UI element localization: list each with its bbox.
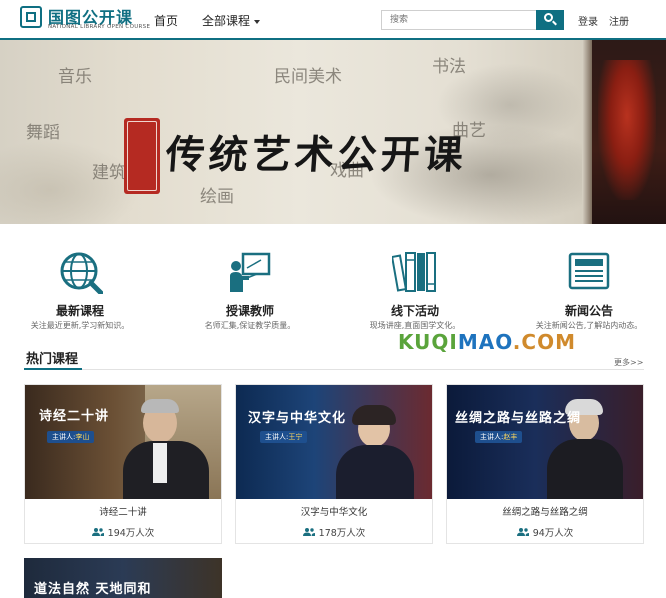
feature-title: 最新课程 (55, 304, 104, 318)
course-card[interactable]: 丝绸之路与丝路之绸 主讲人:赵丰 丝绸之路与丝路之绸 94万人次 (446, 384, 644, 544)
course-views: 178万人次 (236, 525, 432, 539)
login-link[interactable]: 登录 (578, 13, 598, 28)
nav-all-courses-dropdown[interactable]: 全部课程 (202, 12, 261, 29)
calligraphy-artwork (582, 40, 666, 224)
course-title: 汉字与中华文化 (300, 507, 368, 518)
course-card[interactable]: 道法自然 天地同和 (24, 558, 222, 598)
feature-latest-courses[interactable]: 最新课程 关注最近更新,学习新知识。 (5, 250, 155, 332)
hero-banner[interactable]: 音乐 舞蹈 建筑 绘画 民间美术 戏曲 书法 曲艺 传统艺术公开课 (0, 40, 666, 224)
course-title: 诗经二十讲 (99, 507, 147, 518)
site-watermark: KUQIMAO.COM (398, 330, 576, 354)
feature-desc: 关注最近更新,学习新知识。 (30, 321, 130, 330)
speaker-badge: 主讲人:赵丰 (475, 431, 523, 443)
feature-title: 授课教师 (225, 304, 274, 318)
nav-all-courses-label: 全部课程 (202, 14, 251, 28)
banner-word-architecture: 建筑 (92, 163, 126, 183)
course-views: 194万人次 (25, 525, 221, 539)
nav-home-link[interactable]: 首页 (154, 12, 178, 29)
red-seal-logo (124, 118, 160, 194)
users-icon (302, 528, 315, 536)
more-courses-link[interactable]: 更多>> (614, 357, 643, 368)
search-button[interactable] (536, 10, 564, 30)
banner-word-music: 音乐 (58, 67, 92, 87)
banner-word-folk-art: 民间美术 (274, 67, 342, 87)
hot-courses-title: 热门课程 (26, 352, 79, 367)
search-input[interactable] (381, 10, 536, 30)
banner-title: 传统艺术公开课 (164, 132, 469, 178)
feature-news[interactable]: 新闻公告 关注新闻公告,了解站内动态。 (514, 250, 664, 332)
course-thumbnail: 丝绸之路与丝路之绸 主讲人:赵丰 (447, 385, 643, 499)
site-logo[interactable]: 国图公开课 NATIONAL LIBRARY OPEN COURSE (20, 6, 150, 34)
feature-title: 线下活动 (390, 304, 439, 318)
thumb-title: 道法自然 天地同和 (34, 582, 152, 597)
thumb-title: 诗经二十讲 (39, 409, 110, 424)
course-title: 丝绸之路与丝路之绸 (502, 507, 588, 518)
banner-word-dance: 舞蹈 (26, 123, 60, 143)
speaker-badge: 主讲人:李山 (47, 431, 95, 443)
feature-title: 新闻公告 (564, 304, 613, 318)
logo-mark-icon (20, 6, 42, 28)
register-link[interactable]: 注册 (609, 13, 629, 28)
users-icon (91, 528, 104, 536)
site-header: 国图公开课 NATIONAL LIBRARY OPEN COURSE 首页 全部… (0, 0, 666, 40)
thumb-title: 汉字与中华文化 (248, 411, 347, 426)
speaker-badge: 主讲人:王宁 (260, 431, 308, 443)
course-views: 94万人次 (447, 525, 643, 539)
thumb-title: 丝绸之路与丝路之绸 (455, 411, 582, 426)
books-icon (392, 252, 436, 292)
section-divider (24, 369, 644, 370)
teacher-icon (230, 252, 271, 292)
course-thumbnail: 汉字与中华文化 主讲人:王宁 (236, 385, 432, 499)
feature-offline-events[interactable]: 线下活动 现场讲座,直面国学文化。 (340, 250, 490, 332)
course-card[interactable]: 汉字与中华文化 主讲人:王宁 汉字与中华文化 178万人次 (235, 384, 433, 544)
banner-word-calligraphy: 书法 (432, 57, 466, 77)
users-icon (516, 528, 529, 536)
banner-word-painting: 绘画 (200, 187, 234, 207)
globe-search-icon (60, 252, 103, 294)
newspaper-icon (568, 252, 610, 290)
logo-subtitle: NATIONAL LIBRARY OPEN COURSE (48, 24, 151, 30)
course-card[interactable]: 诗经二十讲 主讲人:李山 诗经二十讲 194万人次 (24, 384, 222, 544)
feature-teachers[interactable]: 授课教师 名师汇集,保证教学质量。 (175, 250, 325, 332)
feature-desc: 名师汇集,保证教学质量。 (204, 321, 296, 330)
caret-down-icon (254, 19, 261, 24)
course-thumbnail: 诗经二十讲 主讲人:李山 (25, 385, 221, 499)
